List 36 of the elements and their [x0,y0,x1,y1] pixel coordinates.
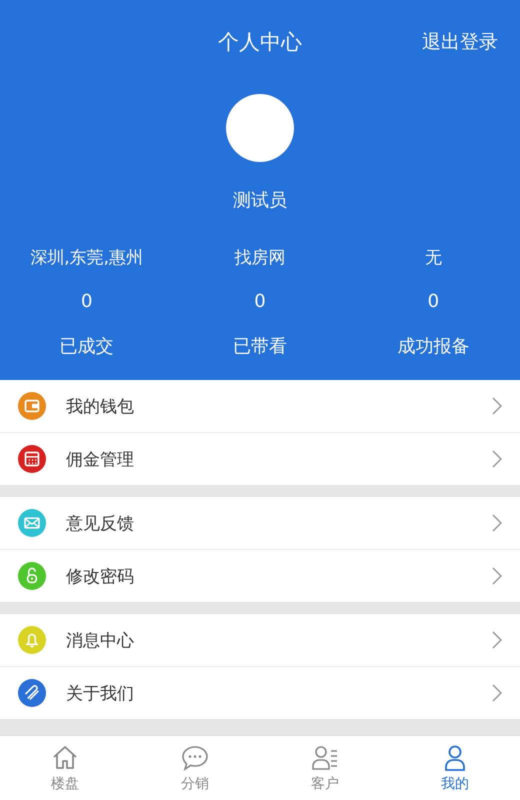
info-text: 深圳,东莞,惠州 [30,247,144,269]
stat-label: 已成交 [60,335,114,358]
menu-label: 佣金管理 [66,448,135,470]
stat-value: 0 [80,291,92,312]
menu-label: 意见反馈 [66,512,135,534]
clients-icon [310,743,340,773]
stat-value: 0 [428,291,440,312]
menu-item[interactable]: 佣金管理 [0,433,520,485]
info-text: 无 [424,247,442,269]
stat-label: 成功报备 [397,335,470,358]
menu-label: 消息中心 [66,630,135,652]
chevron-right-icon [492,397,502,415]
stat-label: 已带看 [232,335,287,358]
tab-item[interactable]: 分销 [130,736,260,800]
page-title: 个人中心 [218,29,302,56]
logout-button[interactable]: 退出登录 [422,29,498,55]
menu-item[interactable]: 消息中心 [0,614,520,667]
menu-item[interactable]: 修改密码 [0,550,520,602]
user-name: 测试员 [233,189,287,212]
info-text: 找房网 [234,247,286,269]
menu-label: 关于我们 [66,682,135,704]
chevron-right-icon [492,514,502,532]
tab-item[interactable]: 我的 [390,736,520,800]
menu-item[interactable]: 意见反馈 [0,497,520,550]
stat-value: 0 [254,291,266,312]
menu-label: 我的钱包 [66,396,135,418]
tab-item[interactable]: 客户 [260,736,390,800]
menu-item[interactable]: 关于我们 [0,667,520,719]
menu-item[interactable]: 我的钱包 [0,380,520,433]
chevron-right-icon [492,684,502,702]
chevron-right-icon [492,567,502,585]
menu-label: 修改密码 [66,566,135,588]
tab-item[interactable]: 楼盘 [0,736,130,800]
chat-icon [180,743,210,773]
chevron-right-icon [492,450,502,468]
chevron-right-icon [492,631,502,649]
